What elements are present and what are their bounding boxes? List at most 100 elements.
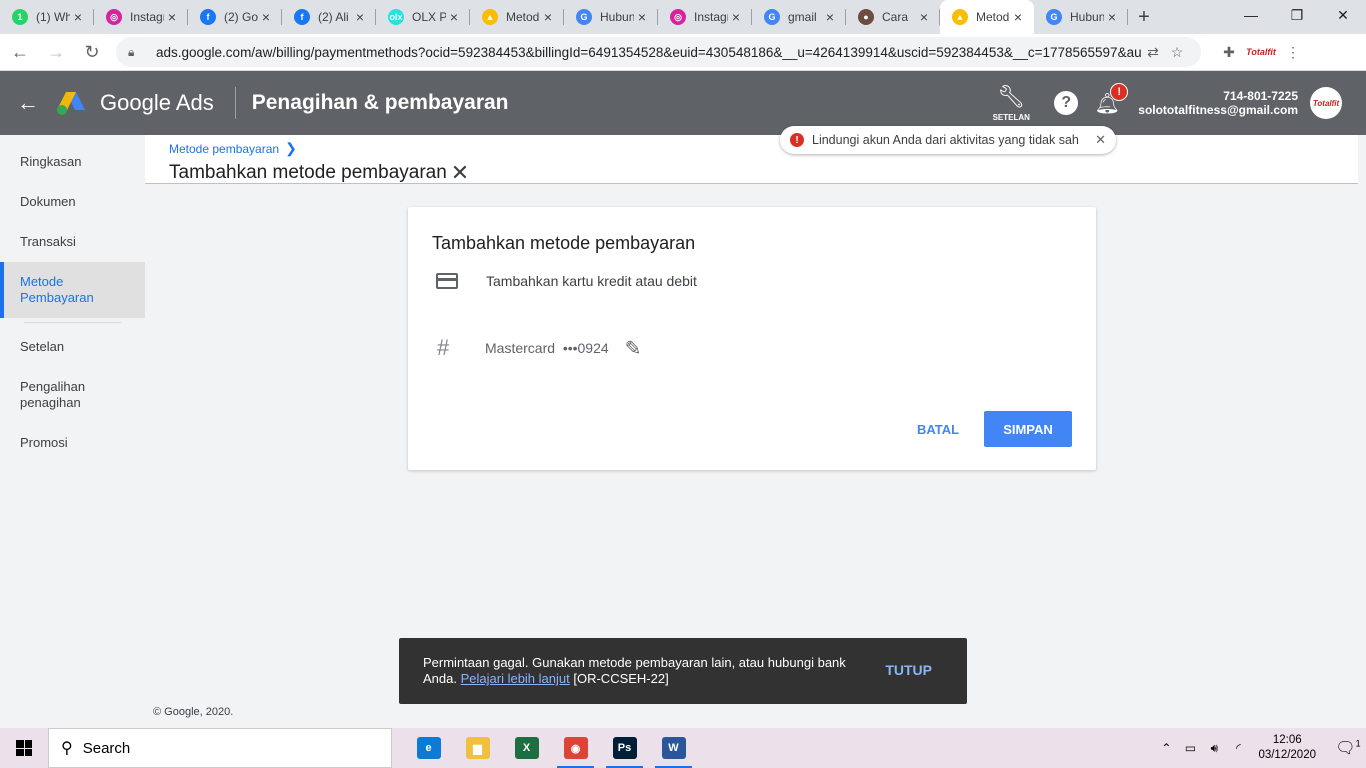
- start-button[interactable]: [0, 728, 48, 768]
- tab-close-icon[interactable]: ×: [446, 9, 462, 25]
- taskbar-app-word[interactable]: W: [649, 728, 698, 768]
- tab-favicon-icon: G: [576, 9, 592, 25]
- browser-tab[interactable]: G Hubungi×: [1034, 0, 1128, 34]
- reload-button[interactable]: ↻: [76, 36, 108, 68]
- search-label: Search: [82, 739, 131, 757]
- close-icon[interactable]: ✕: [451, 160, 469, 186]
- windows-logo-icon: [16, 740, 32, 756]
- clock-time: 12:06: [1272, 734, 1302, 746]
- browser-tab[interactable]: ◎ Instagram×: [658, 0, 752, 34]
- close-window-button[interactable]: ✕: [1320, 0, 1366, 30]
- tab-close-icon[interactable]: ×: [916, 9, 932, 25]
- help-icon[interactable]: ?: [1054, 91, 1079, 115]
- tab-favicon-icon: G: [764, 9, 780, 25]
- cancel-button[interactable]: BATAL: [902, 411, 974, 447]
- tab-close-icon[interactable]: ×: [258, 9, 274, 25]
- browser-tab[interactable]: 1 (1) WhatsApp×: [0, 0, 94, 34]
- sidebar-item-setelan[interactable]: Setelan: [0, 327, 145, 367]
- google-ads-logo[interactable]: Google Ads: [56, 90, 214, 116]
- learn-more-link[interactable]: Pelajari lebih lanjut: [461, 671, 570, 686]
- page-title: Penagihan & pembayaran: [251, 91, 509, 114]
- security-alert-text: Lindungi akun Anda dari aktivitas yang t…: [812, 133, 1079, 147]
- search-icon: ⚲: [61, 740, 73, 757]
- sidebar-item-dokumen[interactable]: Dokumen: [0, 182, 145, 222]
- card-name: Mastercard: [485, 340, 556, 356]
- taskbar-search[interactable]: ⚲ Search: [48, 728, 392, 768]
- browser-tab[interactable]: G Hubungi×: [564, 0, 658, 34]
- tab-close-icon[interactable]: ×: [540, 9, 556, 25]
- payment-method-card: Tambahkan metode pembayaran Tambahkan ka…: [408, 207, 1096, 470]
- credit-card-icon: [436, 273, 458, 289]
- back-button[interactable]: ←: [4, 36, 36, 68]
- tab-title: Hubungi: [1070, 10, 1104, 24]
- browser-tab[interactable]: ● Cara ×: [846, 0, 940, 34]
- sidebar-item-promosi[interactable]: Promosi: [0, 423, 145, 463]
- bookmark-star-icon[interactable]: ☆: [1165, 44, 1189, 61]
- chip-close-icon[interactable]: ✕: [1095, 132, 1106, 148]
- taskbar-app-photoshop[interactable]: Ps: [600, 728, 649, 768]
- sidebar-item-metode-pembayaran[interactable]: Metode Pembayaran: [0, 262, 145, 318]
- tab-close-icon[interactable]: ×: [352, 9, 368, 25]
- address-bar[interactable]: 🔒︎ ads.google.com/aw/billing/paymentmeth…: [116, 37, 1201, 67]
- pencil-icon[interactable]: ✎: [625, 336, 642, 361]
- excel-icon: X: [514, 737, 539, 759]
- tools-settings-button[interactable]: 🔧︎ SETELAN: [986, 84, 1036, 122]
- file-explorer-icon: ▆: [465, 737, 490, 759]
- copyright-text: © Google, 2020.: [153, 706, 234, 718]
- url-text[interactable]: ads.google.com/aw/billing/paymentmethods…: [156, 45, 1141, 60]
- system-tray: ⌃ ▭ 🔊︎ ◜ 12:06 03/12/2020 🗨︎1: [1154, 728, 1366, 768]
- tab-close-icon[interactable]: ×: [164, 9, 180, 25]
- add-credit-card-option[interactable]: Tambahkan kartu kredit atau debit: [432, 273, 697, 289]
- tab-close-icon[interactable]: ×: [1010, 9, 1026, 25]
- sidebar-item-transaksi[interactable]: Transaksi: [0, 222, 145, 262]
- notifications-button[interactable]: 🔔︎ !: [1092, 82, 1129, 116]
- taskbar-app-edge[interactable]: e: [404, 728, 453, 768]
- restore-button[interactable]: ❐: [1274, 0, 1320, 30]
- taskbar-app-file-explorer[interactable]: ▆: [453, 728, 502, 768]
- wifi-icon[interactable]: ◜: [1226, 741, 1250, 755]
- tab-close-icon[interactable]: ×: [822, 9, 838, 25]
- tab-close-icon[interactable]: ×: [728, 9, 744, 25]
- brand-name: Google Ads: [100, 90, 214, 115]
- tab-close-icon[interactable]: ×: [70, 9, 86, 25]
- profile-icon[interactable]: Totalfit: [1245, 47, 1277, 57]
- browser-tab[interactable]: ▲ Metode×: [940, 0, 1034, 34]
- tab-favicon-icon: ●: [858, 9, 874, 25]
- tab-close-icon[interactable]: ×: [634, 9, 650, 25]
- security-alert-chip[interactable]: ! Lindungi akun Anda dari aktivitas yang…: [780, 126, 1116, 154]
- card-number-row: # Mastercard •••0924 ✎: [432, 335, 641, 361]
- forward-button[interactable]: →: [40, 36, 72, 68]
- back-arrow-icon[interactable]: ←: [0, 90, 56, 116]
- browser-tab[interactable]: f (2) Ali ×: [282, 0, 376, 34]
- browser-tab[interactable]: f (2) Google×: [188, 0, 282, 34]
- dismiss-button[interactable]: TUTUP: [885, 662, 932, 678]
- account-info[interactable]: 714-801-7225 solototalfitness@gmail.com: [1138, 89, 1298, 117]
- avatar[interactable]: Totalfit: [1310, 87, 1342, 119]
- action-center-icon[interactable]: 🗨︎1: [1330, 738, 1366, 758]
- sidebar-item-ringkasan[interactable]: Ringkasan: [0, 142, 145, 182]
- new-tab-button[interactable]: +: [1128, 0, 1160, 34]
- browser-tab[interactable]: olx OLX Pusat×: [376, 0, 470, 34]
- breadcrumb[interactable]: Metode pembayaran ❯: [169, 140, 297, 157]
- extensions-icon[interactable]: ✚: [1213, 44, 1245, 61]
- menu-icon[interactable]: ⋮: [1277, 44, 1309, 61]
- battery-icon[interactable]: ▭: [1178, 741, 1202, 755]
- card-title: Tambahkan metode pembayaran: [432, 233, 696, 253]
- breadcrumb-link[interactable]: Metode pembayaran: [169, 142, 279, 156]
- clock[interactable]: 12:06 03/12/2020: [1258, 733, 1316, 763]
- tab-title: (2) Google: [224, 10, 258, 24]
- chevron-up-icon[interactable]: ⌃: [1154, 741, 1178, 755]
- tab-title: OLX Pusat: [412, 10, 446, 24]
- translate-icon[interactable]: ⇄: [1141, 44, 1165, 61]
- tab-close-icon[interactable]: ×: [1104, 9, 1120, 25]
- browser-tab[interactable]: Ggmail ×: [752, 0, 846, 34]
- browser-tab[interactable]: ▲ Metode×: [470, 0, 564, 34]
- sidebar-item-pengalihan-penagihan[interactable]: Pengalihan penagihan: [0, 367, 145, 423]
- minimize-button[interactable]: —: [1228, 0, 1274, 30]
- save-button[interactable]: SIMPAN: [984, 411, 1072, 447]
- taskbar-app-chrome[interactable]: ◉: [551, 728, 600, 768]
- account-phone: 714-801-7225: [1223, 89, 1298, 103]
- taskbar-app-excel[interactable]: X: [502, 728, 551, 768]
- browser-tab[interactable]: ◎ Instagram×: [94, 0, 188, 34]
- volume-icon[interactable]: 🔊︎: [1202, 741, 1226, 756]
